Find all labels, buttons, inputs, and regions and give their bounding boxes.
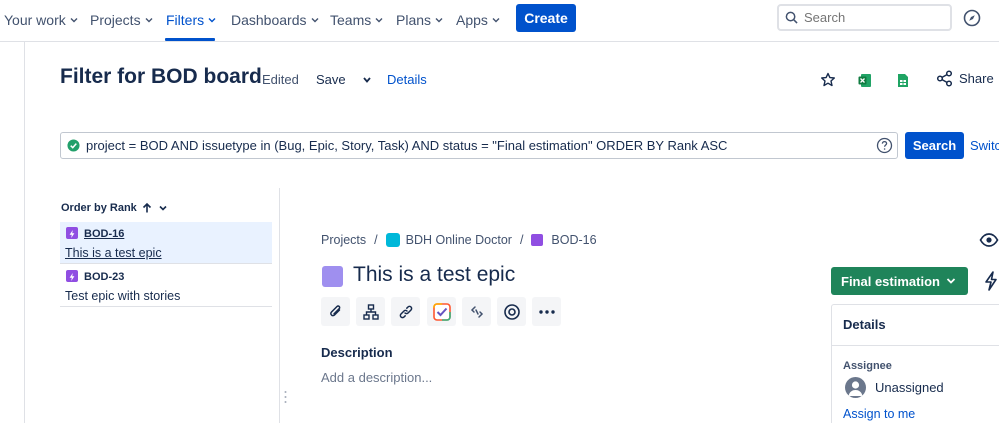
target-app-button[interactable] — [497, 297, 526, 326]
assign-to-me-link[interactable]: Assign to me — [843, 407, 915, 421]
save-button[interactable]: Save — [316, 72, 346, 87]
details-panel: Details Assignee Unassigned Assign to me — [831, 304, 999, 423]
breadcrumb-separator: / — [374, 233, 378, 247]
issue-key[interactable]: BOD-23 — [84, 271, 124, 283]
child-issue-button[interactable] — [356, 297, 385, 326]
issue-summary[interactable]: This is a test epic — [65, 246, 162, 260]
nav-apps[interactable]: Apps — [456, 0, 500, 40]
search-input[interactable] — [804, 10, 934, 25]
share-button[interactable]: Share — [936, 70, 994, 87]
chevron-down-icon — [492, 18, 500, 23]
breadcrumb-issue-key[interactable]: BOD-16 — [551, 233, 596, 247]
issue-summary[interactable]: Test epic with stories — [65, 289, 180, 303]
chevron-down-icon — [311, 18, 318, 23]
list-item[interactable]: BOD-23 Test epic with stories — [60, 265, 272, 307]
project-avatar-icon — [385, 233, 400, 247]
description-label: Description — [321, 345, 393, 360]
page-title: Filter for BOD board — [60, 65, 262, 88]
edited-label: Edited — [262, 72, 299, 87]
epic-icon — [531, 234, 544, 246]
search-button[interactable]: Search — [905, 132, 964, 159]
nav-your-work[interactable]: Your work — [4, 0, 78, 40]
paperclip-icon — [329, 304, 340, 316]
sheets-icon[interactable] — [893, 70, 913, 90]
check-circle-icon — [67, 139, 80, 152]
create-button[interactable]: Create — [516, 4, 576, 32]
epic-icon — [66, 227, 78, 239]
link-issue-button[interactable] — [391, 297, 420, 326]
chevron-down-icon[interactable] — [362, 75, 372, 85]
more-dots-icon — [538, 309, 555, 314]
global-search[interactable] — [777, 4, 952, 31]
assignee-value[interactable]: Unassigned — [875, 380, 944, 395]
epic-icon — [66, 270, 78, 282]
resize-handle-icon[interactable] — [284, 390, 287, 404]
brackets-icon — [470, 305, 483, 318]
status-dropdown[interactable]: Final estimation — [831, 267, 968, 295]
nav-dashboards[interactable]: Dashboards — [231, 0, 319, 40]
star-icon[interactable] — [818, 70, 838, 90]
compass-icon[interactable] — [963, 9, 981, 27]
chevron-down-icon — [375, 18, 383, 23]
user-avatar-icon — [848, 381, 863, 396]
help-icon[interactable] — [876, 137, 893, 154]
details-link[interactable]: Details — [387, 72, 427, 87]
nav-teams[interactable]: Teams — [330, 0, 383, 40]
chevron-down-icon — [145, 18, 153, 23]
assignee-label: Assignee — [843, 360, 892, 372]
breadcrumb-projects[interactable]: Projects — [321, 233, 366, 247]
issue-title[interactable]: This is a test epic — [353, 263, 515, 287]
nav-plans[interactable]: Plans — [396, 0, 443, 40]
jql-query: project = BOD AND issuetype in (Bug, Epi… — [86, 138, 728, 153]
arrow-up-icon[interactable] — [141, 202, 153, 214]
watch-eye-icon[interactable] — [979, 231, 999, 249]
order-by-control[interactable]: Order by Rank — [61, 202, 169, 214]
active-tab-indicator — [165, 38, 215, 41]
chevron-down-icon[interactable] — [157, 202, 169, 214]
avatar — [845, 377, 866, 398]
nav-filters[interactable]: Filters — [166, 0, 216, 40]
panel-divider — [279, 188, 280, 423]
share-icon — [936, 70, 953, 87]
excel-icon[interactable] — [855, 70, 875, 90]
switch-link[interactable]: Switch — [970, 138, 999, 153]
attachment-button[interactable] — [321, 297, 350, 326]
breadcrumb-separator: / — [519, 233, 524, 247]
description-placeholder[interactable]: Add a description... — [321, 370, 432, 385]
top-navigation: Your work Projects Filters Dashboards Te… — [0, 0, 999, 42]
breadcrumb: Projects / BDH Online Doctor / BOD-16 — [321, 233, 597, 247]
list-item[interactable]: BOD-16 This is a test epic — [60, 222, 272, 264]
chevron-down-icon — [208, 18, 216, 23]
details-heading[interactable]: Details — [843, 317, 886, 332]
automation-bolt-icon[interactable] — [983, 271, 999, 291]
hierarchy-icon — [362, 303, 379, 320]
target-icon — [503, 303, 520, 320]
details-divider — [832, 345, 999, 346]
jql-input[interactable]: project = BOD AND issuetype in (Bug, Epi… — [60, 132, 898, 159]
link-icon — [399, 305, 412, 318]
chevron-down-icon — [70, 18, 78, 23]
checklist-app-icon — [432, 302, 451, 321]
chevron-down-icon — [946, 278, 956, 284]
checklist-app-button[interactable] — [427, 297, 456, 326]
issue-color-swatch — [322, 266, 343, 287]
more-actions-button[interactable] — [532, 297, 561, 326]
chevron-down-icon — [435, 18, 443, 23]
search-icon — [785, 11, 798, 24]
breadcrumb-project[interactable]: BDH Online Doctor — [406, 233, 512, 247]
issue-key[interactable]: BOD-16 — [84, 228, 124, 240]
app-extension-button[interactable] — [462, 297, 491, 326]
nav-projects[interactable]: Projects — [90, 0, 153, 40]
left-border — [24, 42, 25, 423]
